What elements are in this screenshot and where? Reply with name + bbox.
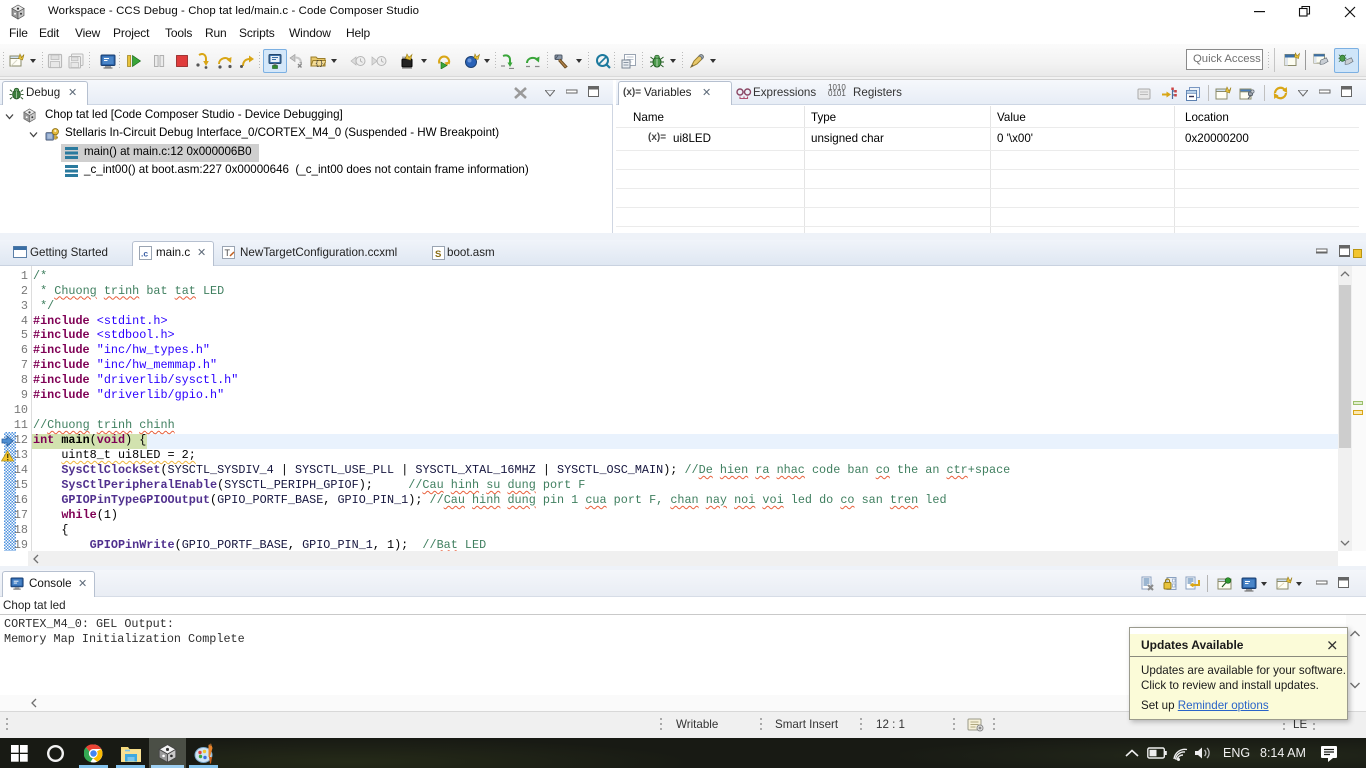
svg-text:T: T [225, 248, 231, 258]
svg-text:S: S [435, 249, 441, 260]
svg-text:{}: {} [315, 61, 323, 69]
svg-text:.c: .c [141, 249, 148, 259]
